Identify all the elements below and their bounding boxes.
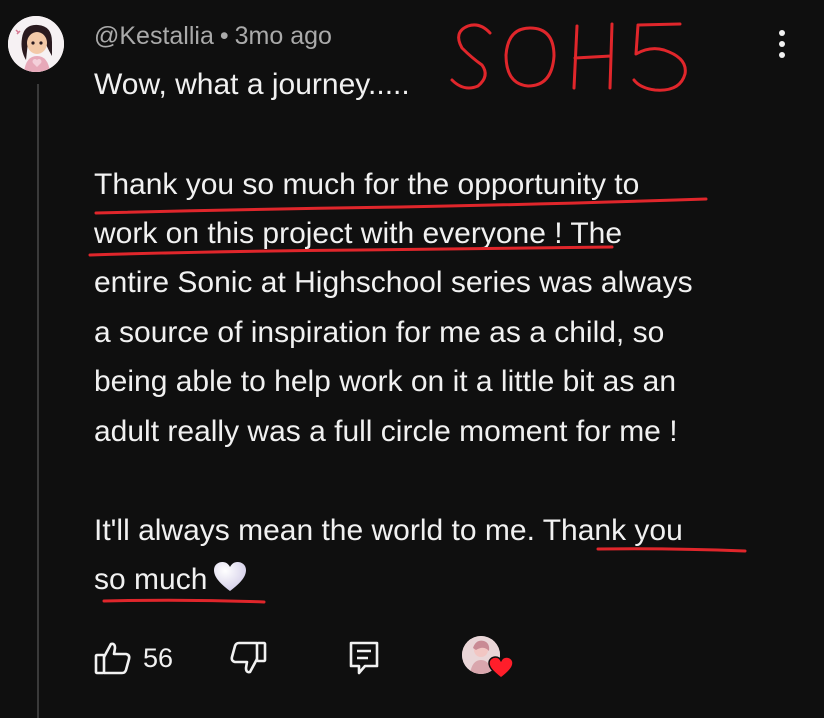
commenter-avatar[interactable] (8, 16, 64, 72)
author-handle[interactable]: @Kestallia (94, 22, 214, 50)
comment-line-6: being able to help work on it a little b… (94, 365, 677, 398)
comment-line-7: adult really was a full circle moment fo… (94, 415, 678, 448)
avatar-drawing (8, 16, 64, 72)
comment-line-9: so much (94, 555, 247, 609)
thumbs-down-icon[interactable] (229, 640, 267, 681)
more-vert-icon[interactable] (770, 26, 794, 62)
comment-line-2: Thank you so much for the opportunity to (94, 168, 640, 201)
meta-separator: • (219, 22, 229, 50)
comment-line-1: Wow, what a journey..... (94, 68, 410, 101)
thread-line (37, 84, 39, 718)
creator-heart-icon (488, 656, 514, 685)
comment-line-4: entire Sonic at Highschool series was al… (94, 266, 693, 299)
like-count: 56 (143, 643, 174, 673)
comment-line-5: a source of inspiration for me as a chil… (94, 316, 665, 349)
comment-line-9-text: so much (94, 563, 208, 596)
comment-line-3: work on this project with everyone ! The (94, 217, 623, 250)
comment-meta: @Kestallia • 3mo ago (94, 22, 332, 51)
reply-icon[interactable] (347, 640, 381, 681)
thumbs-up-icon[interactable] (94, 640, 132, 681)
white-heart-emoji-icon (213, 559, 247, 609)
comment-time[interactable]: 3mo ago (235, 22, 332, 50)
comment-line-8: It'll always mean the world to me. Thank… (94, 514, 683, 547)
